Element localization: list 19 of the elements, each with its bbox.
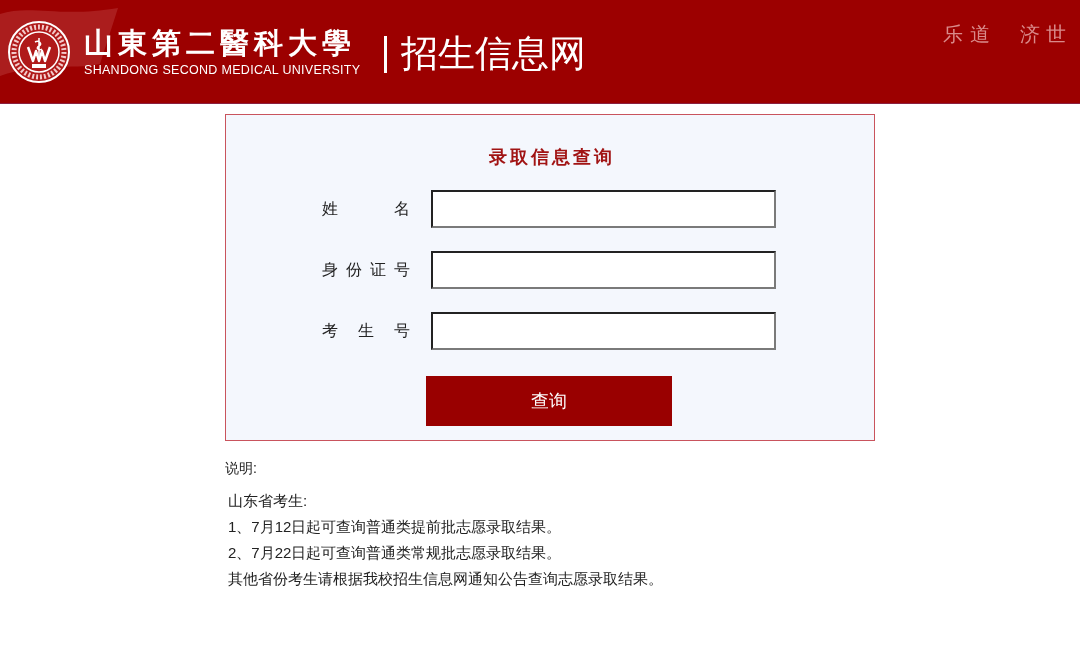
notes-heading: 说明: — [225, 459, 257, 478]
input-field[interactable] — [431, 251, 776, 289]
motto-text: 乐 道 — [943, 22, 990, 46]
motto-text: 济 世 — [1019, 22, 1066, 46]
site-title: 招生信息网 — [401, 31, 587, 76]
field-label: 身 份 证 号 — [322, 260, 410, 280]
university-name: 山東第二醫科大學 — [84, 25, 356, 60]
field-label: 考 生 号 — [322, 321, 410, 341]
notes-line: 1、7月12日起可查询普通类提前批志愿录取结果。 — [228, 517, 562, 537]
input-field[interactable] — [431, 312, 776, 350]
university-seal-logo — [8, 20, 70, 83]
input-field[interactable] — [431, 190, 776, 228]
notes-line: 山东省考生: — [228, 491, 308, 511]
field-label: 姓 名 — [322, 199, 410, 219]
query-title: 录取信息查询 — [487, 146, 615, 168]
notes-line: 2、7月22日起可查询普通类常规批志愿录取结果。 — [228, 543, 562, 563]
university-name-english: SHANDONG SECOND MEDICAL UNIVERSITY — [84, 61, 361, 78]
query-button[interactable]: 查询 — [426, 376, 672, 426]
notes-line: 其他省份考生请根据我校招生信息网通知公告查询志愿录取结果。 — [228, 569, 663, 589]
